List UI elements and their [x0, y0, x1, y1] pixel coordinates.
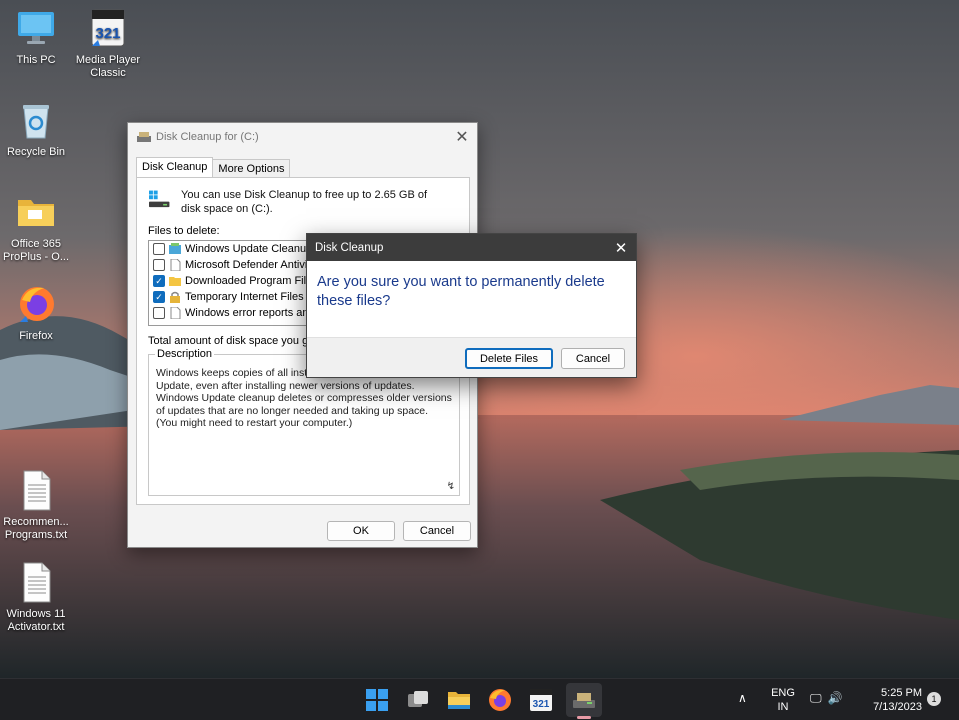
file-icon — [170, 307, 181, 319]
start-icon[interactable] — [364, 687, 390, 713]
desktop-icon-label: This PC — [16, 54, 56, 66]
tab-disk-cleanup[interactable]: Disk Cleanup — [136, 157, 214, 178]
list-item-label: Temporary Internet Files — [185, 291, 304, 303]
svg-text:321: 321 — [95, 25, 120, 42]
checkbox-checked[interactable]: ✓ — [153, 275, 165, 287]
desktop-icon-media-player-classic[interactable]: 321 Media Player Classic — [72, 6, 144, 80]
intro-section: You can use Disk Cleanup to free up to 2… — [149, 188, 449, 216]
speaker-icon[interactable]: 🔊 — [828, 691, 843, 706]
media-player-icon[interactable]: 321 — [528, 687, 554, 713]
checkbox[interactable] — [153, 259, 165, 271]
clock-time: 5:25 PM — [881, 687, 922, 699]
chevron-up-icon[interactable]: ∧ — [738, 691, 747, 705]
files-list[interactable]: Windows Update Cleanup Microsoft Defende… — [148, 240, 313, 326]
active-app-indicator — [577, 716, 591, 719]
dialog-cancel-button[interactable]: Cancel — [561, 348, 625, 369]
folder-icon — [14, 190, 58, 234]
text-file-icon — [14, 468, 58, 512]
list-item-label: Microsoft Defender Antivirus — [185, 259, 313, 271]
svg-text:321: 321 — [533, 699, 550, 710]
task-view-icon[interactable] — [405, 687, 431, 713]
description-legend: Description — [155, 348, 215, 360]
desktop-icon-recycle-bin[interactable]: Recycle Bin — [0, 98, 72, 159]
notification-badge[interactable]: 1 — [927, 692, 941, 706]
desktop-icon-this-pc[interactable]: This PC — [0, 6, 72, 67]
cancel-button[interactable]: Cancel — [403, 521, 471, 541]
desktop-icon-label: Recommen... Programs.txt — [3, 516, 69, 541]
clock-date: 7/13/2023 — [873, 701, 922, 713]
firefox-icon — [14, 282, 58, 326]
window-titlebar[interactable]: Disk Cleanup for (C:) ✕ — [128, 123, 477, 151]
close-icon[interactable]: ✕ — [447, 127, 477, 147]
list-item-label: Windows Update Cleanup — [185, 243, 313, 255]
list-item[interactable]: ✓ Temporary Internet Files — [149, 289, 312, 305]
checkbox[interactable] — [153, 307, 165, 319]
list-item[interactable]: Windows error reports and f — [149, 305, 312, 321]
intro-text: You can use Disk Cleanup to free up to 2… — [181, 189, 428, 215]
list-item-label: Windows error reports and f — [185, 307, 313, 319]
desktop-icon-recommended-programs[interactable]: Recommen... Programs.txt — [0, 468, 72, 542]
dialog-title: Disk Cleanup — [315, 241, 384, 254]
dialog-message: Are you sure you want to permanently del… — [317, 274, 605, 309]
desktop-icon-label: Recycle Bin — [6, 146, 66, 158]
confirm-dialog: Disk Cleanup ✕ Are you sure you want to … — [306, 233, 637, 378]
list-item-label: Downloaded Program Files — [185, 275, 313, 287]
desktop-icon-label: Windows 11 Activator.txt — [6, 608, 66, 633]
desktop-icon-office-365[interactable]: Office 365 ProPlus - O... — [0, 190, 72, 264]
language-region: IN — [777, 701, 789, 713]
list-item[interactable]: Microsoft Defender Antivirus — [149, 257, 312, 273]
disk-cleanup-icon[interactable] — [571, 687, 597, 713]
close-icon[interactable]: ✕ — [606, 239, 636, 257]
recycle-bin-icon — [14, 98, 58, 142]
list-item[interactable]: Windows Update Cleanup — [149, 241, 312, 257]
files-to-delete-label: Files to delete: — [148, 225, 220, 237]
resize-grip-icon: ↯ — [446, 481, 455, 492]
clock[interactable]: 5:25 PM 7/13/2023 — [858, 686, 922, 714]
window-title: Disk Cleanup for (C:) — [156, 131, 259, 143]
delete-files-button[interactable]: Delete Files — [465, 348, 553, 369]
language-code: ENG — [771, 687, 795, 699]
desktop-icon-firefox[interactable]: Firefox — [0, 282, 72, 343]
monitor-icon — [14, 6, 58, 50]
file-explorer-icon[interactable] — [446, 687, 472, 713]
system-tray-icons[interactable]: 🖵 🔊 — [810, 691, 843, 706]
checkbox[interactable] — [153, 243, 165, 255]
language-indicator[interactable]: ENG IN — [768, 686, 798, 714]
checkbox-checked[interactable]: ✓ — [153, 291, 165, 303]
disk-cleanup-icon — [137, 132, 151, 142]
network-icon[interactable]: 🖵 — [810, 691, 822, 706]
lock-icon — [170, 291, 180, 303]
drive-icon — [149, 190, 170, 208]
tab-more-options[interactable]: More Options — [213, 159, 291, 178]
folder-icon — [169, 277, 181, 286]
media-player-icon: 321 — [86, 6, 130, 50]
desktop-icon-windows-11-activator[interactable]: Windows 11 Activator.txt — [0, 560, 72, 634]
firefox-icon[interactable] — [487, 687, 513, 713]
list-item[interactable]: ✓ Downloaded Program Files — [149, 273, 312, 289]
total-space-label: Total amount of disk space you gain — [148, 335, 323, 347]
dialog-titlebar[interactable]: Disk Cleanup ✕ — [307, 234, 636, 261]
file-icon — [170, 259, 181, 271]
tab-strip: Disk Cleanup More Options — [136, 157, 291, 178]
desktop-icon-label: Media Player Classic — [75, 54, 141, 79]
text-file-icon — [14, 560, 58, 604]
ok-button[interactable]: OK — [327, 521, 395, 541]
desktop-icon-label: Firefox — [19, 330, 53, 342]
dialog-footer: Delete Files Cancel — [307, 337, 636, 377]
windows-update-icon — [169, 243, 181, 254]
taskbar: 321 ∧ ENG IN 🖵 🔊 5:25 PM 7/13/2023 1 — [0, 678, 959, 720]
desktop-icon-label: Office 365 ProPlus - O... — [2, 238, 70, 263]
